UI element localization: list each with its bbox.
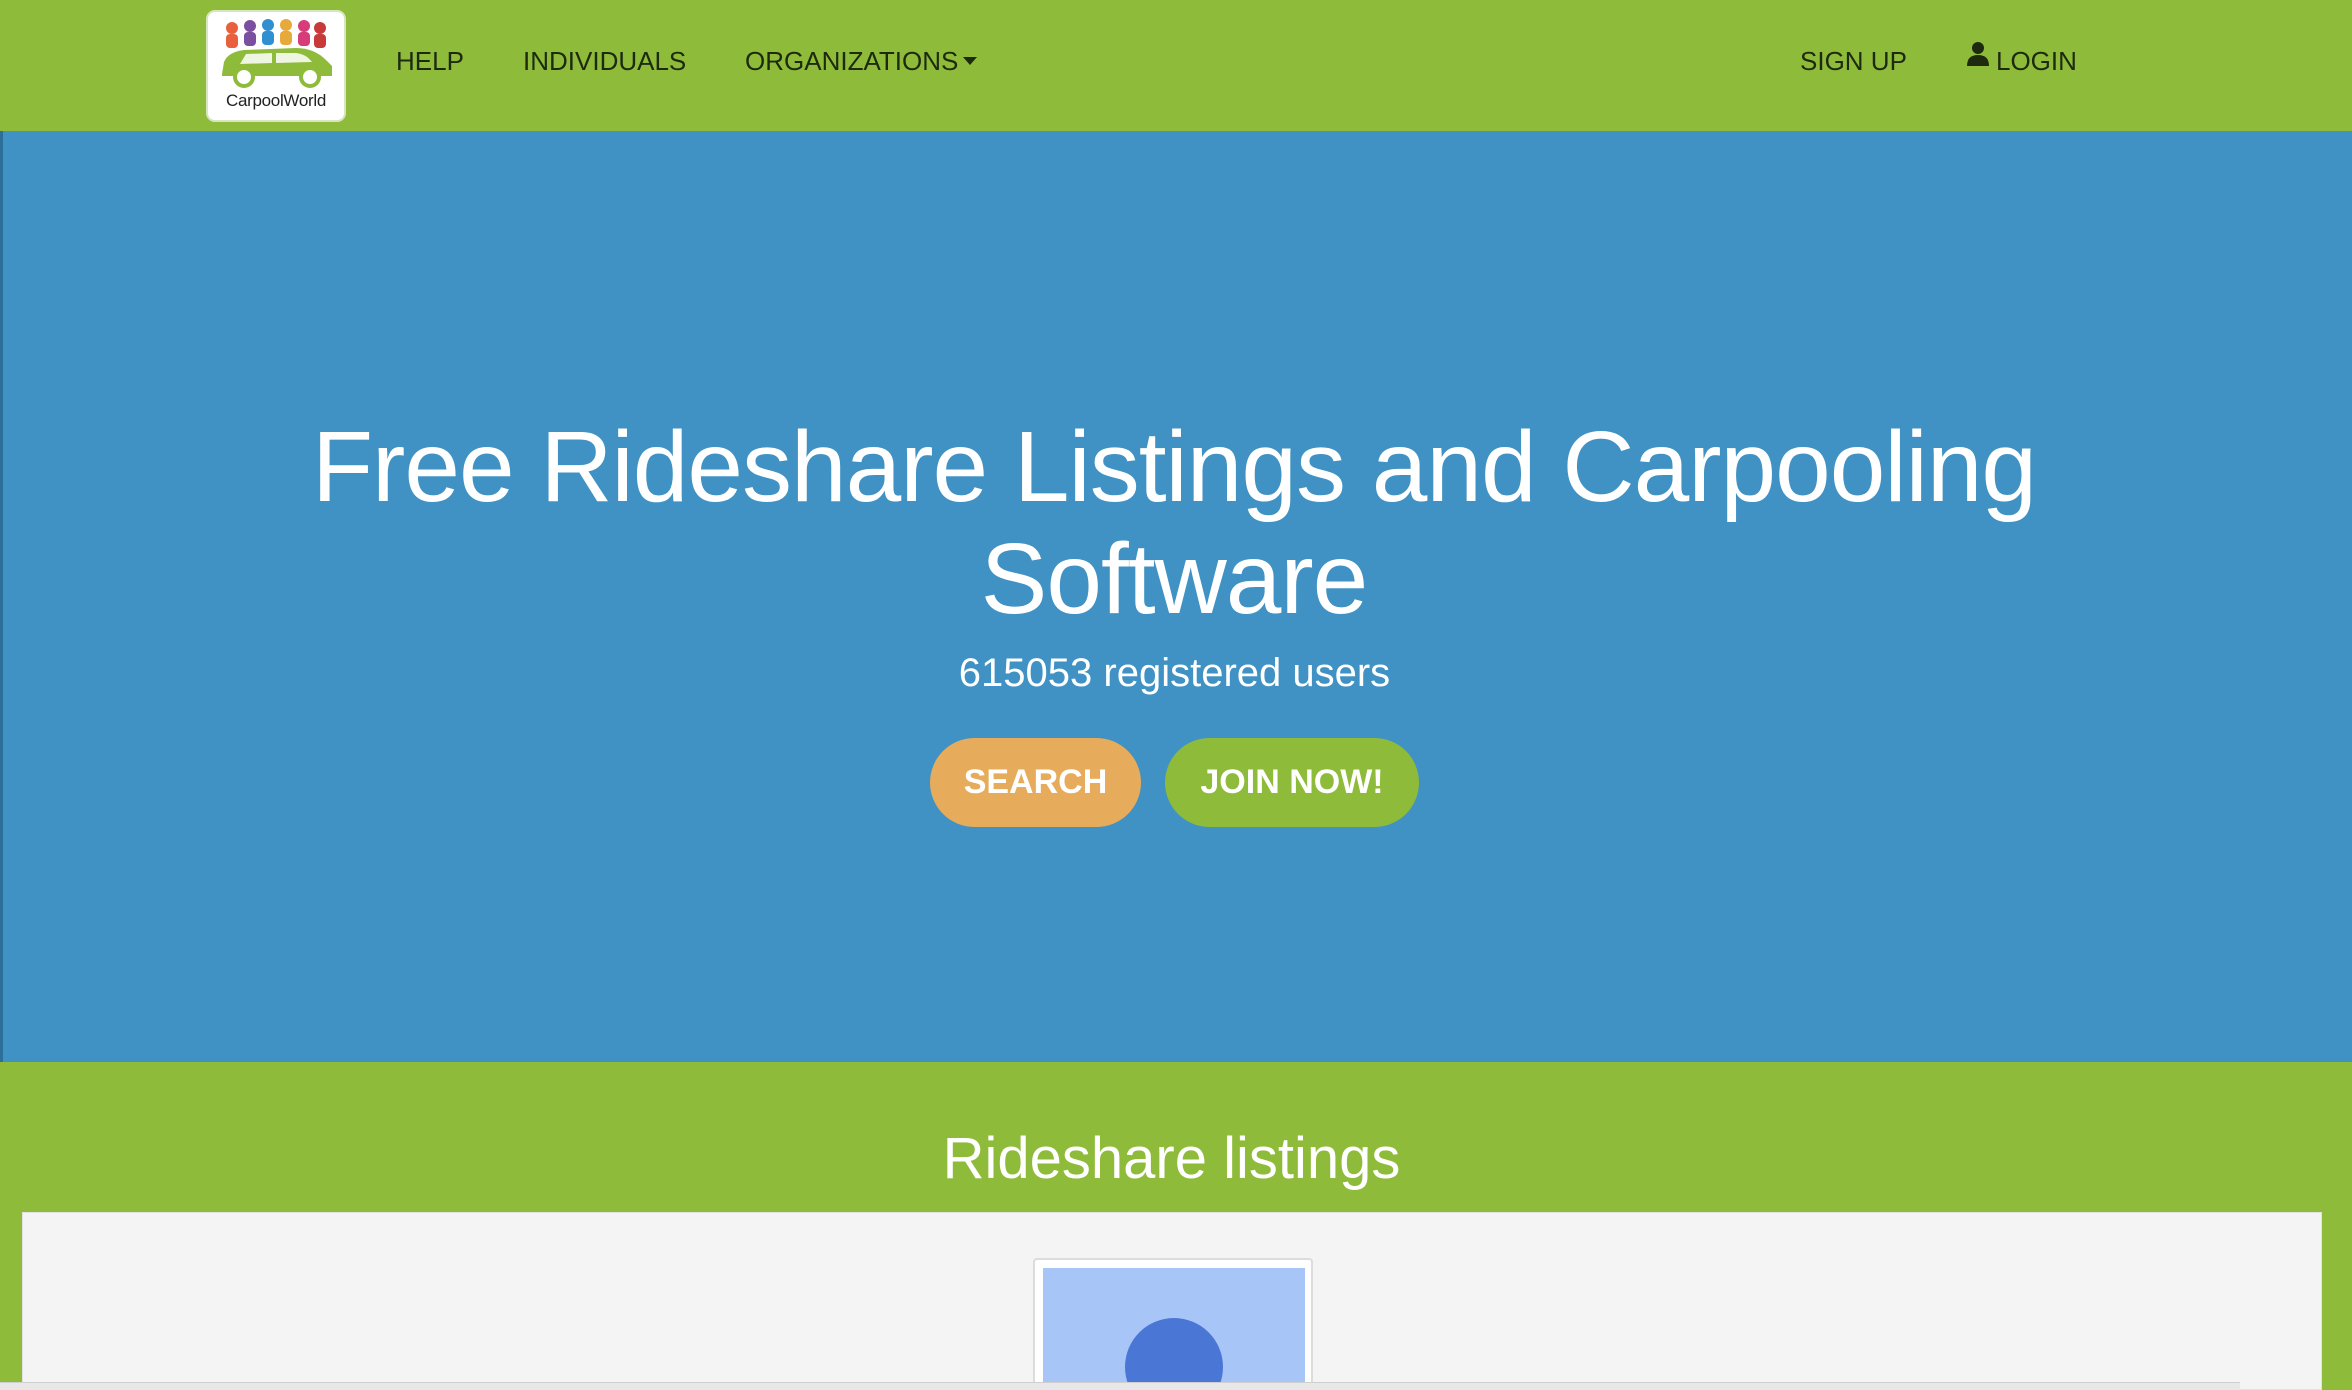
rideshare-listings-section: Rideshare listings — [0, 1062, 2352, 1390]
nav-organizations-dropdown[interactable]: ORGANIZATIONS — [745, 44, 978, 78]
nav-login[interactable]: LOGIN — [1966, 42, 2077, 78]
nav-individuals[interactable]: INDIVIDUALS — [523, 44, 686, 78]
avatar-icon — [1125, 1318, 1223, 1390]
logo-wordmark: CarpoolWorld — [225, 91, 327, 110]
user-icon — [1967, 42, 1989, 66]
hero-title: Free Rideshare Listings and Carpooling S… — [311, 411, 2037, 635]
top-navbar: CarpoolWorld HELP INDIVIDUALS ORGANIZATI… — [0, 0, 2352, 131]
listings-title: Rideshare listings — [942, 1126, 1401, 1191]
chevron-down-icon — [963, 57, 978, 66]
search-button[interactable]: SEARCH — [930, 738, 1141, 827]
join-now-button[interactable]: JOIN NOW! — [1165, 738, 1419, 827]
nav-login-label: LOGIN — [1996, 46, 2077, 76]
nav-organizations-label: ORGANIZATIONS — [745, 46, 959, 76]
registered-users-count: 615053 registered users — [958, 651, 1391, 695]
nav-help[interactable]: HELP — [396, 44, 464, 78]
listing-card[interactable] — [1033, 1258, 1313, 1390]
nav-sign-up[interactable]: SIGN UP — [1800, 44, 1907, 78]
carpoolworld-logo[interactable]: CarpoolWorld — [206, 10, 346, 122]
hero-section: Free Rideshare Listings and Carpooling S… — [0, 131, 2352, 1062]
horizontal-scrollbar[interactable] — [0, 1382, 2240, 1390]
listing-avatar-placeholder — [1043, 1268, 1305, 1390]
car-people-logo-icon — [222, 19, 332, 88]
listings-panel — [22, 1212, 2322, 1390]
